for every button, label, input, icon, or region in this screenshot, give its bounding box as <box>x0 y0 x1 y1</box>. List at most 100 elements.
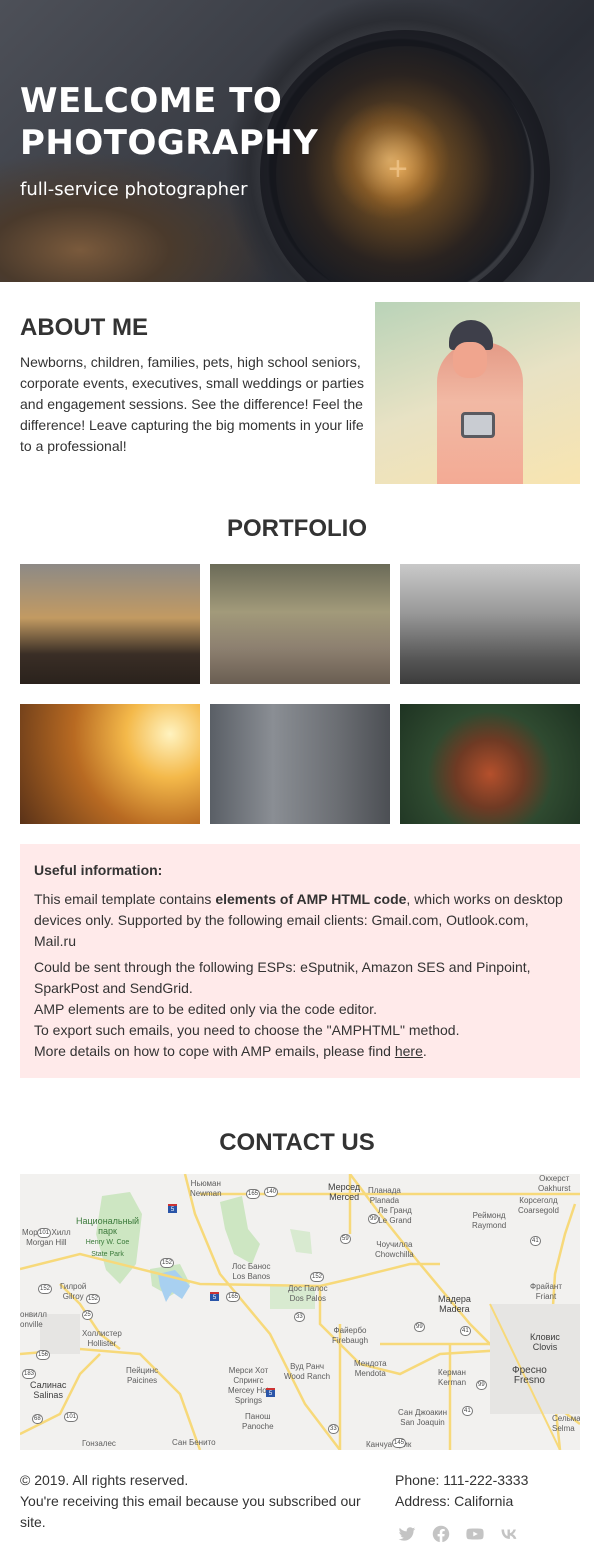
map-label-fresno: Фресно Fresno <box>512 1365 547 1386</box>
copyright-text: © 2019. All rights reserved. <box>20 1472 189 1488</box>
info-paragraph-2: Could be sent through the following ESPs… <box>34 957 566 1062</box>
camera-icon <box>461 412 495 438</box>
portfolio-grid <box>0 564 594 844</box>
info-paragraph-1: This email template contains elements of… <box>34 889 566 952</box>
footer-left: © 2019. All rights reserved. You're rece… <box>20 1470 370 1533</box>
about-text: Newborns, children, families, pets, high… <box>20 354 364 454</box>
portfolio-image-sweater[interactable] <box>210 704 390 824</box>
map-label-paicines: Пейцинс Paicines <box>126 1366 159 1385</box>
route-shield: 140 <box>264 1187 279 1197</box>
route-shield: 101 <box>37 1228 52 1238</box>
hero-title-line1: WELCOME TO <box>20 81 283 121</box>
contact-map[interactable]: Ньюман Newman Мерсед Merced Планада Planada… <box>20 1174 580 1450</box>
portfolio-image-tiger[interactable] <box>210 564 390 684</box>
route-shield: 68 <box>32 1414 43 1424</box>
contact-title: CONTACT US <box>219 1129 375 1156</box>
about-photo <box>375 302 580 484</box>
route-shield: 101 <box>64 1412 79 1422</box>
route-shield: 41 <box>530 1236 541 1246</box>
map-label-los-banos: Лос Банос Los Banos <box>232 1262 271 1281</box>
map-label-merced: Мерсед Merced <box>328 1182 361 1202</box>
interstate-shield: 5 <box>168 1204 177 1213</box>
map-label-dos-palos: Дос Палос Dos Palos <box>288 1284 328 1303</box>
map-label-newman: Ньюман Newman <box>190 1179 222 1198</box>
map-label-salinas: Салинас Salinas <box>30 1380 67 1400</box>
map-label-gilroy: Гилрой Gilroy <box>60 1282 87 1301</box>
map-label-selma: Сельма Selma <box>552 1414 580 1433</box>
map-park-area <box>220 1196 260 1264</box>
here-link[interactable]: here <box>395 1043 423 1059</box>
map-label-planada: Планада Planada <box>368 1186 401 1205</box>
route-shield: 152 <box>310 1272 325 1282</box>
address-text: Address: California <box>395 1493 514 1509</box>
hero-banner: + WELCOME TO PHOTOGRAPHY full-service ph… <box>0 0 594 282</box>
info-export-text: To export such emails, you need to choos… <box>34 1022 460 1038</box>
info-p1-text: This email template contains <box>34 891 216 907</box>
portfolio-image-silhouette[interactable] <box>400 564 580 684</box>
map-label-watsonville: онвилл onville <box>20 1310 47 1329</box>
map-label-san-benito: Сан Бенито <box>172 1438 216 1447</box>
map-label-legrand: Ле Гранд Le Grand <box>378 1206 412 1225</box>
useful-info-box: Useful information: This email template … <box>20 844 580 1078</box>
interstate-shield: 5 <box>266 1388 275 1397</box>
twitter-icon[interactable] <box>398 1525 416 1543</box>
map-label-wood-ranch: Вуд Ранч Wood Ranch <box>284 1362 331 1381</box>
route-shield: 41 <box>462 1406 473 1416</box>
phone-text: Phone: 111-222-3333 <box>395 1472 529 1488</box>
info-details-text: More details on how to cope with AMP ema… <box>34 1043 395 1059</box>
route-shield: 99 <box>368 1214 379 1224</box>
map-label-oakhurst: Окхерст Oakhurst <box>538 1174 571 1193</box>
email-page: + WELCOME TO PHOTOGRAPHY full-service ph… <box>0 0 594 1560</box>
vk-icon[interactable] <box>500 1525 518 1543</box>
route-shield: 33 <box>294 1312 305 1322</box>
route-shield: 41 <box>460 1326 471 1336</box>
hero-title-line2: PHOTOGRAPHY <box>20 123 319 163</box>
route-shield: 59 <box>340 1234 351 1244</box>
hero-title: WELCOME TO PHOTOGRAPHY <box>20 80 318 164</box>
route-shield: 33 <box>328 1424 339 1434</box>
map-label-clovis: Кловис Clovis <box>530 1332 560 1352</box>
route-shield: 165 <box>246 1189 261 1199</box>
info-p1-bold: elements of AMP HTML code <box>215 891 407 907</box>
map-label-mercey-hot-springs: Мерси Хот Спрингс Mercey Hot Springs <box>228 1366 269 1405</box>
map-label-firebaugh: Файербо Firebaugh <box>332 1326 369 1345</box>
route-shield: 152 <box>38 1284 53 1294</box>
info-esps-text: Could be sent through the following ESPs… <box>34 959 531 996</box>
map-label-san-joaquin: Сан Джоакин San Joaquin <box>398 1408 448 1427</box>
map-label-coarsegold: Корсеголд Coarsegold <box>518 1196 559 1215</box>
map-park-area <box>290 1229 312 1254</box>
map-label-madera: Мадера Madera <box>438 1294 471 1314</box>
hero-subtitle: full-service photographer <box>20 179 248 200</box>
route-shield: 156 <box>36 1350 51 1360</box>
subscription-text: You're receiving this email because you … <box>20 1493 361 1530</box>
about-title: ABOUT ME <box>20 314 148 341</box>
info-details-end: . <box>422 1043 427 1059</box>
facebook-icon[interactable] <box>432 1525 450 1543</box>
portfolio-title: PORTFOLIO <box>227 515 367 542</box>
route-shield: 152 <box>160 1258 175 1268</box>
portfolio-image-city-street[interactable] <box>20 564 200 684</box>
map-label-hollister: Холлистер Hollister <box>82 1329 122 1348</box>
portfolio-image-flowers[interactable] <box>400 704 580 824</box>
map-label-friant: Фрайант Friant <box>530 1282 562 1301</box>
route-shield: 99 <box>476 1380 487 1390</box>
photo-face <box>453 342 487 378</box>
map-label-raymond: Реймонд Raymond <box>472 1211 507 1230</box>
info-heading: Useful information: <box>34 862 163 878</box>
map-label-chowchilla: Чоучилла Chowchilla <box>375 1240 414 1259</box>
map-label-panoche: Панош Panoche <box>242 1412 274 1431</box>
footer-contact: Phone: 111-222-3333 Address: California <box>395 1470 528 1512</box>
route-shield: 25 <box>82 1310 93 1320</box>
route-shield: 165 <box>226 1292 241 1302</box>
about-section: ABOUT ME Newborns, children, families, p… <box>0 282 594 502</box>
focus-cross-icon: + <box>388 150 408 188</box>
route-shield: 145 <box>392 1438 407 1448</box>
youtube-icon[interactable] <box>466 1525 484 1543</box>
route-shield: 99 <box>414 1322 425 1332</box>
portfolio-image-golden-field[interactable] <box>20 704 200 824</box>
map-label-mendota: Мендота Mendota <box>354 1359 387 1378</box>
info-editor-text: AMP elements are to be edited only via t… <box>34 1001 377 1017</box>
footer: © 2019. All rights reserved. You're rece… <box>0 1450 594 1560</box>
map-label-kerman: Керман Kerman <box>438 1368 467 1387</box>
social-links <box>398 1525 518 1543</box>
